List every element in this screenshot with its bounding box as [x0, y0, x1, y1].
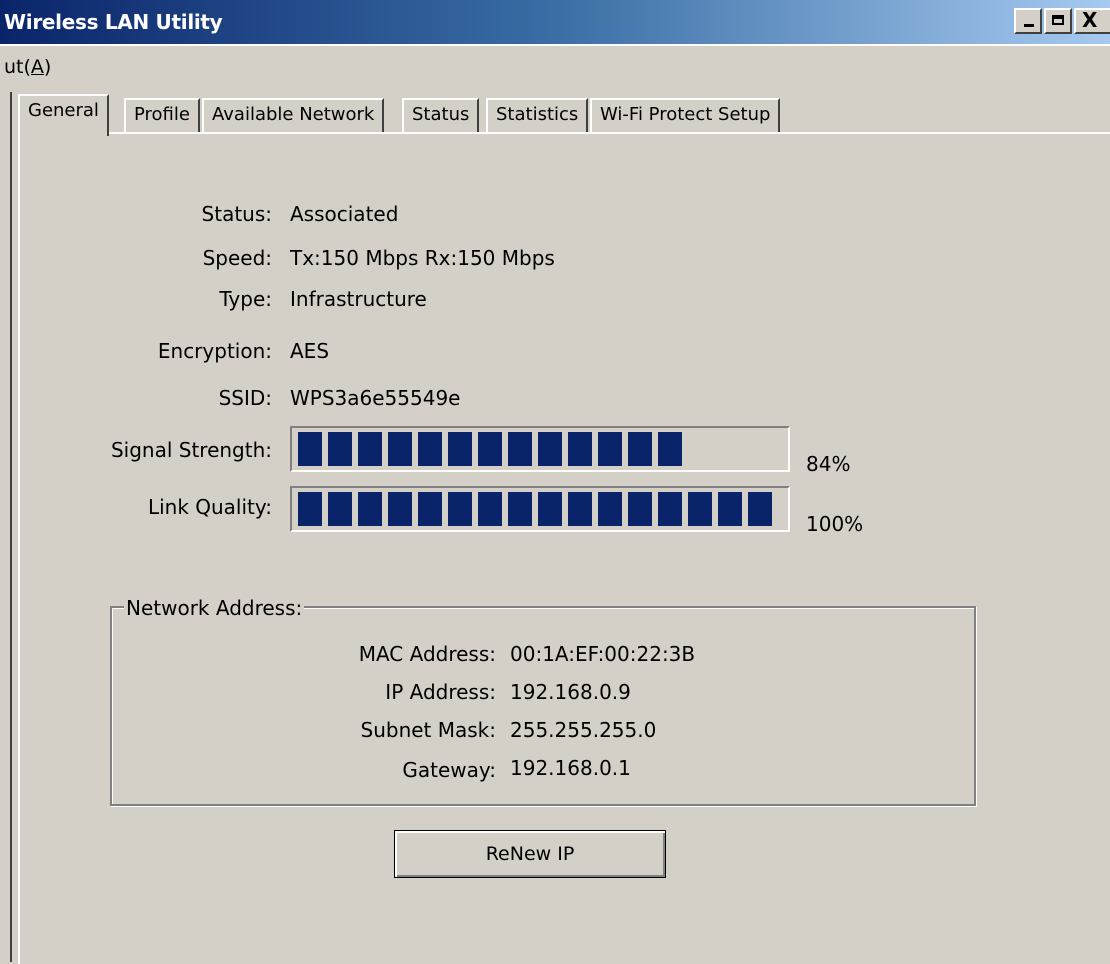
subnet-mask-label: Subnet Mask: [360, 718, 497, 742]
signal-strength-segment [628, 432, 652, 466]
signal-strength-segment [418, 432, 442, 466]
window-left-border [10, 92, 12, 962]
window-title: Wireless LAN Utility [4, 10, 223, 34]
link-quality-segment [718, 492, 742, 526]
tab-wifi-protect-setup[interactable]: Wi-Fi Protect Setup [590, 98, 781, 132]
signal-strength-segment [538, 432, 562, 466]
subnet-mask-value: 255.255.255.0 [510, 718, 657, 742]
menu-item-about[interactable]: ut(A) [4, 56, 51, 78]
link-quality-segment [298, 492, 322, 526]
renew-ip-button[interactable]: ReNew IP [394, 830, 666, 878]
link-quality-segment [508, 492, 532, 526]
type-value: Infrastructure [290, 287, 427, 311]
status-value: Associated [290, 202, 399, 226]
close-icon: X [1082, 8, 1098, 32]
link-quality-segment [388, 492, 412, 526]
maximize-icon [1052, 15, 1064, 25]
menu-item-accelerator: A [30, 56, 44, 78]
gateway-value: 192.168.0.1 [510, 756, 631, 780]
menu-item-suffix: ) [43, 56, 52, 78]
encryption-label: Encryption: [157, 339, 272, 363]
signal-strength-fill [298, 432, 782, 466]
tab-status[interactable]: Status [402, 98, 480, 132]
status-label: Status: [201, 202, 272, 226]
mac-address-value: 00:1A:EF:00:22:3B [510, 642, 696, 666]
signal-strength-percent: 84% [806, 452, 851, 476]
link-quality-segment [598, 492, 622, 526]
minimize-icon [1024, 24, 1034, 27]
mac-address-label: MAC Address: [358, 642, 496, 666]
menu-item-prefix: ut( [4, 56, 31, 78]
link-quality-segment [328, 492, 352, 526]
signal-strength-segment [568, 432, 592, 466]
signal-strength-segment [448, 432, 472, 466]
link-quality-segment [418, 492, 442, 526]
title-bar[interactable]: Wireless LAN Utility X [0, 0, 1110, 46]
ip-address-value: 192.168.0.9 [510, 680, 631, 704]
signal-strength-label: Signal Strength: [110, 438, 272, 462]
link-quality-segment [448, 492, 472, 526]
speed-label: Speed: [202, 246, 272, 270]
link-quality-segment [568, 492, 592, 526]
minimize-button[interactable] [1014, 8, 1042, 34]
gateway-label: Gateway: [402, 758, 496, 782]
link-quality-segment [478, 492, 502, 526]
close-button[interactable]: X [1074, 8, 1110, 34]
tab-available-network[interactable]: Available Network [202, 98, 385, 132]
type-label: Type: [219, 287, 272, 311]
signal-strength-segment [598, 432, 622, 466]
link-quality-segment [748, 492, 772, 526]
ssid-label: SSID: [218, 386, 272, 410]
ip-address-label: IP Address: [385, 680, 496, 704]
tab-statistics[interactable]: Statistics [486, 98, 589, 132]
link-quality-bar [290, 486, 790, 532]
link-quality-segment [688, 492, 712, 526]
tab-profile[interactable]: Profile [124, 98, 200, 132]
link-quality-segment [628, 492, 652, 526]
signal-strength-segment [658, 432, 682, 466]
link-quality-percent: 100% [806, 512, 864, 536]
link-quality-segment [358, 492, 382, 526]
signal-strength-segment [388, 432, 412, 466]
signal-strength-segment [298, 432, 322, 466]
link-quality-fill [298, 492, 782, 526]
signal-strength-segment [328, 432, 352, 466]
signal-strength-segment [358, 432, 382, 466]
signal-strength-segment [508, 432, 532, 466]
maximize-button[interactable] [1044, 8, 1072, 34]
tab-general[interactable]: General [18, 94, 109, 136]
speed-value: Tx:150 Mbps Rx:150 Mbps [290, 246, 555, 270]
encryption-value: AES [290, 339, 330, 363]
signal-strength-segment [478, 432, 502, 466]
menu-bar: ut(A) [0, 48, 1110, 84]
ssid-value: WPS3a6e55549e [290, 386, 461, 410]
link-quality-segment [658, 492, 682, 526]
network-address-legend: Network Address: [124, 596, 305, 620]
link-quality-segment [538, 492, 562, 526]
signal-strength-bar [290, 426, 790, 472]
link-quality-label: Link Quality: [147, 495, 272, 519]
